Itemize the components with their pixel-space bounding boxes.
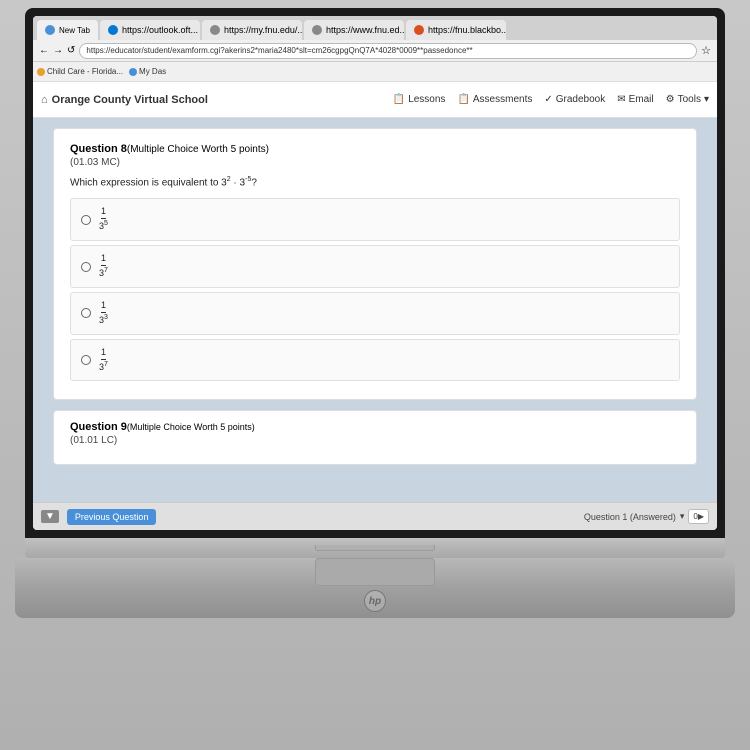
question-9-standard: (01.01 LC) — [70, 435, 680, 446]
bookmarks-bar: Child Care - Florida... My Das — [33, 62, 717, 82]
tab-fnu-label: https://my.fnu.edu/... — [224, 25, 302, 35]
bookmark-star-icon[interactable]: ☆ — [701, 44, 711, 57]
fraction-a-numerator: 1 — [101, 207, 106, 219]
screen: New Tab https://outlook.oft... https://m… — [33, 16, 717, 530]
email-label: Email — [629, 94, 654, 105]
tab-active[interactable]: New Tab — [37, 20, 98, 40]
tab-bb-label: https://fnu.blackbo... — [428, 25, 506, 35]
main-content: Question 8(Multiple Choice Worth 5 point… — [33, 118, 717, 502]
tools-icon: ⚙ — [666, 94, 675, 105]
laptop-base: hp — [15, 558, 735, 618]
fraction-b-numerator: 1 — [101, 254, 106, 266]
menu-assessments[interactable]: 📋 Assessments — [457, 94, 532, 105]
screen-bezel: New Tab https://outlook.oft... https://m… — [25, 8, 725, 538]
fraction-d-numerator: 1 — [101, 348, 106, 360]
status-dropdown-icon: ▾ — [680, 511, 685, 522]
answer-option-d[interactable]: 1 37 — [70, 339, 680, 382]
question-9-title: Question 9(Multiple Choice Worth 5 point… — [70, 421, 680, 433]
lms-nav: ⌂ Orange County Virtual School 📋 Lessons… — [33, 82, 717, 118]
tab-fnu2-icon — [312, 25, 322, 35]
trackpad[interactable] — [315, 558, 435, 586]
tools-label: Tools — [678, 94, 701, 105]
tab-fnu2[interactable]: https://www.fnu.ed... — [304, 20, 404, 40]
menu-lessons[interactable]: 📋 Lessons — [393, 94, 446, 105]
sidebar-toggle-icon[interactable]: ▼ — [41, 510, 59, 523]
bookmark-childcare-label: Child Care - Florida... — [47, 67, 123, 76]
assessments-label: Assessments — [473, 94, 532, 105]
fraction-a-denominator: 35 — [99, 219, 108, 232]
radio-d[interactable] — [81, 355, 91, 365]
url-bar[interactable]: https://educator/student/examform.cgi?ak… — [79, 43, 697, 59]
answered-dropdown[interactable]: 0▶ — [688, 509, 709, 524]
radio-c[interactable] — [81, 308, 91, 318]
tab-icon — [45, 25, 55, 35]
previous-question-button[interactable]: Previous Question — [67, 509, 157, 525]
bookmark-mydas-label: My Das — [139, 67, 166, 76]
assessments-icon: 📋 — [457, 94, 469, 105]
lessons-label: Lessons — [408, 94, 445, 105]
tab-outlook-label: https://outlook.oft... — [122, 25, 198, 35]
bookmark-childcare[interactable]: Child Care - Florida... — [37, 67, 123, 76]
menu-email[interactable]: ✉ Email — [617, 94, 653, 105]
menu-gradebook[interactable]: ✓ Gradebook — [544, 94, 605, 105]
question-8-title: Question 8(Multiple Choice Worth 5 point… — [70, 143, 680, 155]
fraction-c: 1 33 — [99, 301, 108, 326]
tab-blackboard[interactable]: https://fnu.blackbo... — [406, 20, 506, 40]
browser-tabs: New Tab https://outlook.oft... https://m… — [33, 16, 717, 40]
fraction-a: 1 35 — [99, 207, 108, 232]
lms-menu: 📋 Lessons 📋 Assessments ✓ Gradebook — [393, 94, 709, 105]
answer-option-a[interactable]: 1 35 — [70, 198, 680, 241]
home-icon[interactable]: ⌂ — [41, 94, 48, 106]
answer-option-c[interactable]: 1 33 — [70, 292, 680, 335]
question-8-card: Question 8(Multiple Choice Worth 5 point… — [53, 128, 697, 400]
bookmark-mydas-icon — [129, 68, 137, 76]
lms-title: Orange County Virtual School — [52, 94, 393, 106]
question-status-text: Question 1 (Answered) — [584, 512, 676, 522]
answer-option-b[interactable]: 1 37 — [70, 245, 680, 288]
nav-refresh-button[interactable]: ↺ — [67, 45, 75, 56]
tab-outlook-icon — [108, 25, 118, 35]
bookmark-childcare-icon — [37, 68, 45, 76]
fraction-c-denominator: 33 — [99, 313, 108, 326]
laptop-hinge-area — [25, 538, 725, 558]
footer-right: Question 1 (Answered) ▾ 0▶ — [584, 509, 709, 524]
question-9-card: Question 9(Multiple Choice Worth 5 point… — [53, 410, 697, 465]
radio-a[interactable] — [81, 215, 91, 225]
lessons-icon: 📋 — [393, 94, 405, 105]
url-text: https://educator/student/examform.cgi?ak… — [86, 46, 472, 55]
laptop-shell: New Tab https://outlook.oft... https://m… — [0, 0, 750, 750]
tab-bb-icon — [414, 25, 424, 35]
laptop-hinge — [315, 545, 435, 551]
tab-outlook[interactable]: https://outlook.oft... — [100, 20, 200, 40]
tab-fnu2-label: https://www.fnu.ed... — [326, 25, 404, 35]
fraction-b-denominator: 37 — [99, 266, 108, 279]
answered-nav-icon: 0▶ — [693, 512, 704, 521]
gradebook-label: Gradebook — [556, 94, 605, 105]
tab-label: New Tab — [59, 26, 90, 35]
browser-toolbar: ← → ↺ https://educator/student/examform.… — [33, 40, 717, 62]
gradebook-icon: ✓ — [544, 94, 552, 105]
email-icon: ✉ — [617, 94, 625, 105]
bookmark-mydas[interactable]: My Das — [129, 67, 166, 76]
browser-window: New Tab https://outlook.oft... https://m… — [33, 16, 717, 530]
radio-b[interactable] — [81, 262, 91, 272]
fraction-d: 1 37 — [99, 348, 108, 373]
tab-fnu[interactable]: https://my.fnu.edu/... — [202, 20, 302, 40]
menu-tools[interactable]: ⚙ Tools ▾ — [666, 94, 709, 105]
fraction-c-numerator: 1 — [101, 301, 106, 313]
question-8-standard: (01.03 MC) — [70, 157, 680, 168]
hp-logo: hp — [364, 590, 386, 612]
nav-back-button[interactable]: ← — [39, 45, 49, 56]
tab-fnu-icon — [210, 25, 220, 35]
fraction-b: 1 37 — [99, 254, 108, 279]
tools-dropdown-icon: ▾ — [704, 94, 709, 105]
nav-forward-button[interactable]: → — [53, 45, 63, 56]
fraction-d-denominator: 37 — [99, 360, 108, 373]
question-8-text: Which expression is equivalent to 32 · 3… — [70, 176, 680, 188]
footer-bar: ▼ Previous Question Question 1 (Answered… — [33, 502, 717, 530]
